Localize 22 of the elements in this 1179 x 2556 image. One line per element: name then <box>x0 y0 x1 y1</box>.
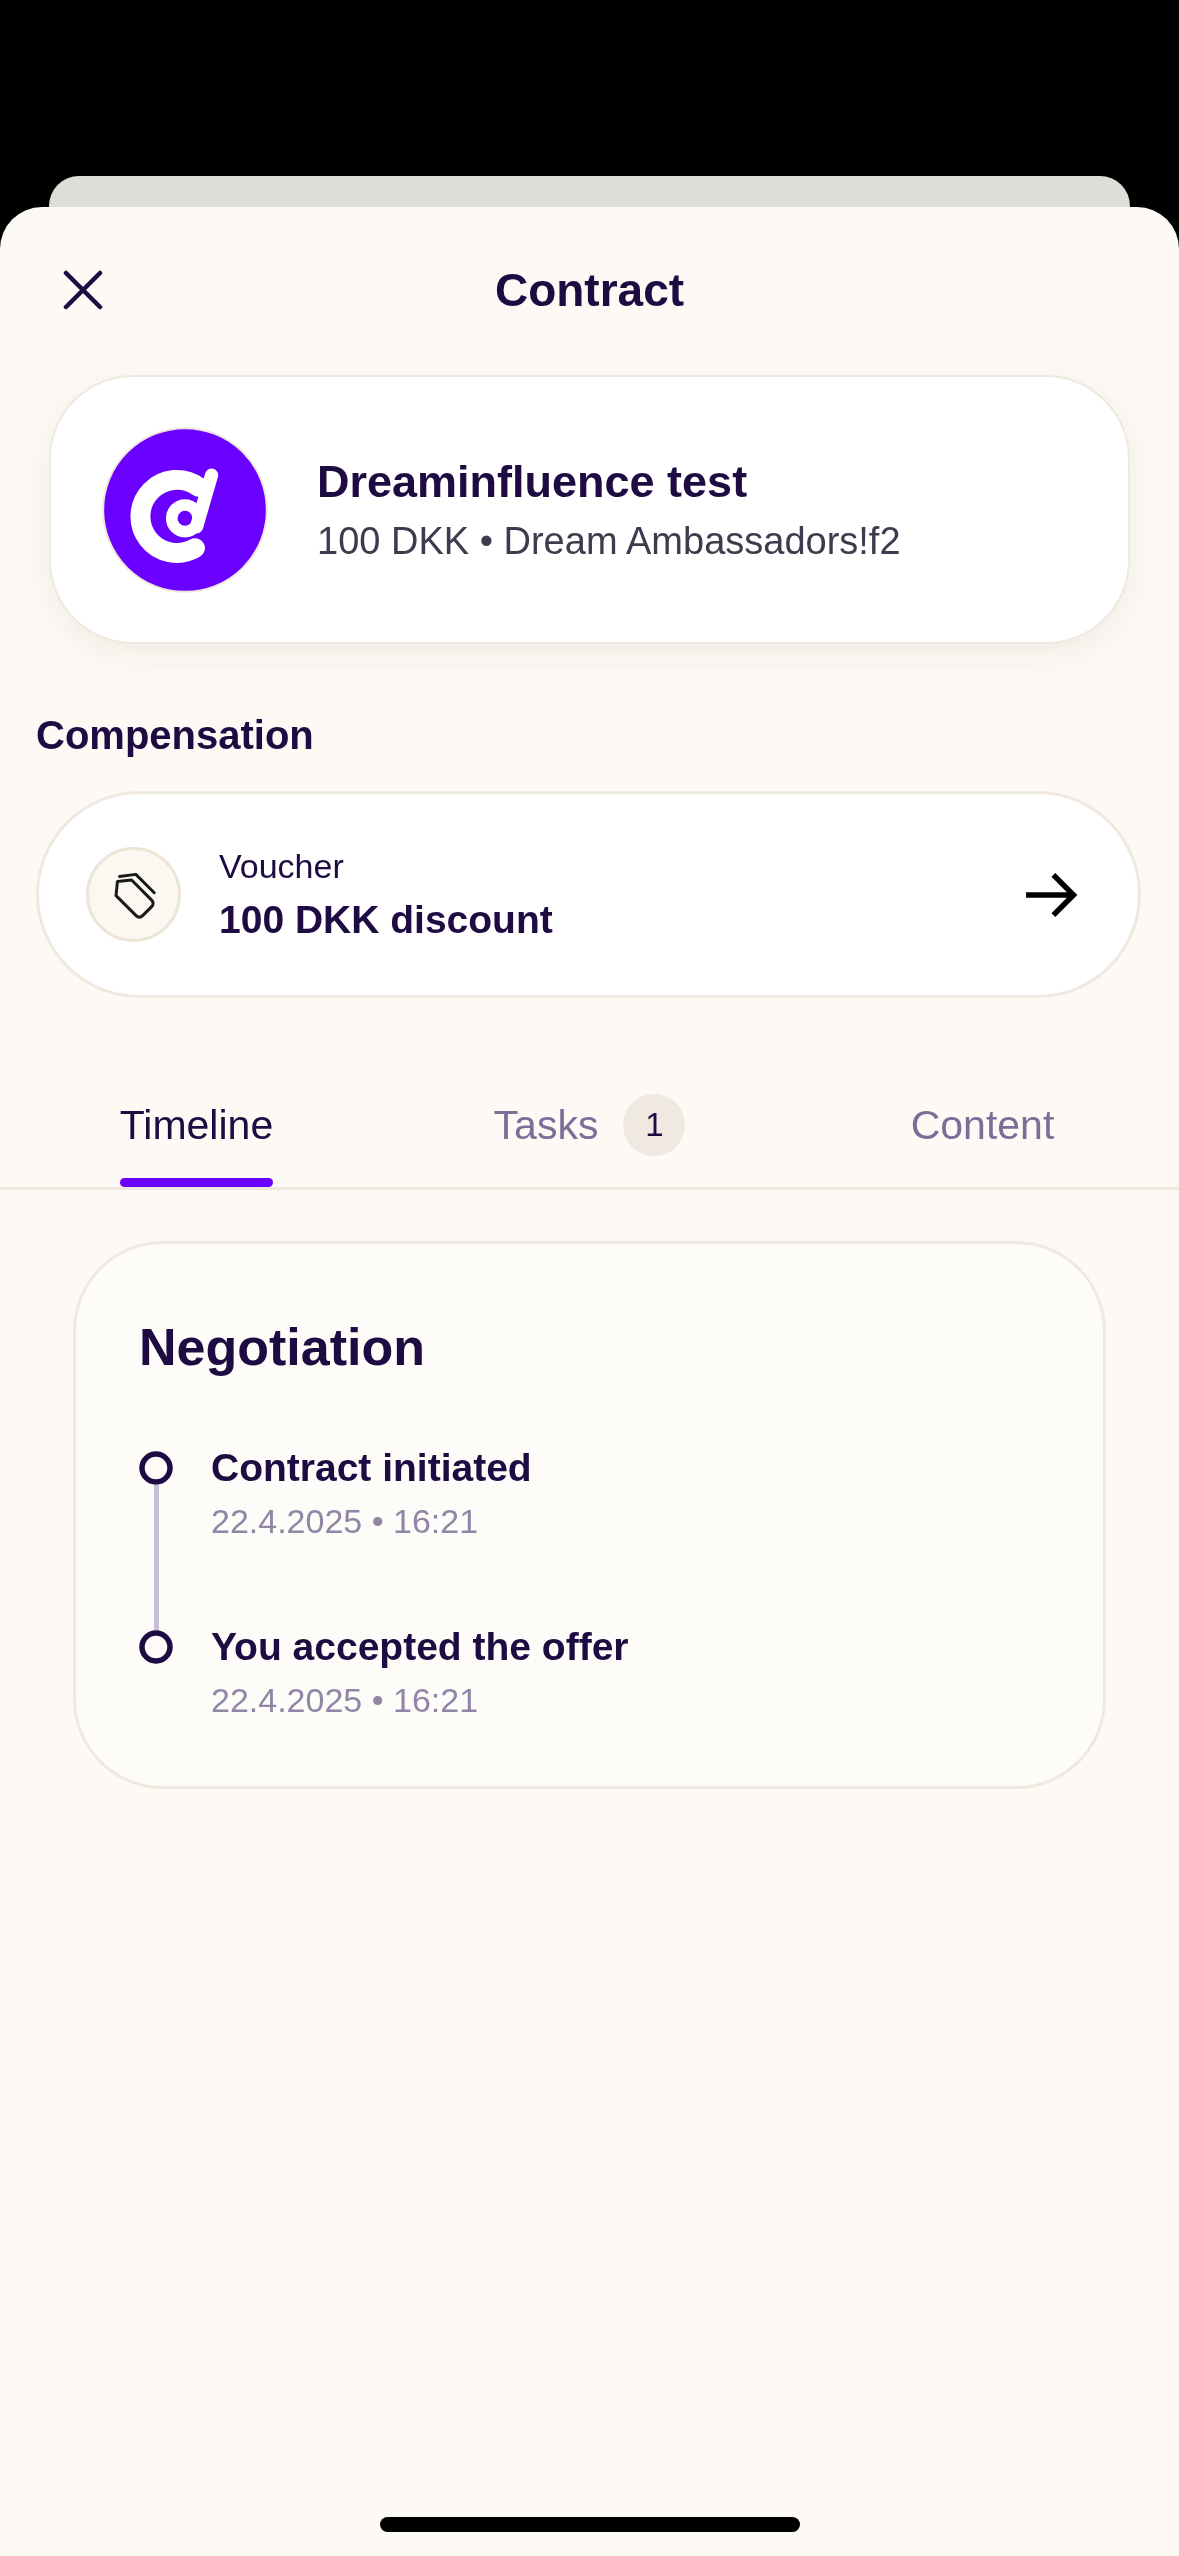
event-title: Contract initiated <box>211 1445 532 1491</box>
event-time: 22.4.2025 • 16:21 <box>211 1501 479 1542</box>
campaign-name: Dreaminfluence test <box>317 455 748 509</box>
compensation-card[interactable]: Voucher 100 DKK discount <box>36 791 1141 998</box>
timeline-marker-icon <box>139 1630 173 1664</box>
campaign-details: 100 DKK • Dream Ambassadors!f2 <box>317 519 901 564</box>
event-time: 22.4.2025 • 16:21 <box>211 1680 479 1721</box>
section-heading: Compensation <box>36 712 314 759</box>
tag-icon <box>86 847 181 942</box>
event-title: You accepted the offer <box>211 1624 629 1670</box>
compensation-value: 100 DKK discount <box>219 897 553 943</box>
count-badge: 1 <box>623 1094 686 1156</box>
tab[interactable]: Content <box>885 1094 1080 1187</box>
arrow-right-icon <box>1023 871 1078 918</box>
timeline-marker-icon <box>139 1451 173 1485</box>
compensation-type: Voucher <box>219 846 344 887</box>
screen-title: Contract <box>494 263 685 318</box>
tab[interactable]: Timeline <box>94 1094 299 1187</box>
brand-logo-icon <box>102 426 268 593</box>
close-icon <box>63 270 103 310</box>
tab[interactable]: Tasks 1 <box>468 1094 711 1187</box>
stage-title: Negotiation <box>139 1317 425 1378</box>
